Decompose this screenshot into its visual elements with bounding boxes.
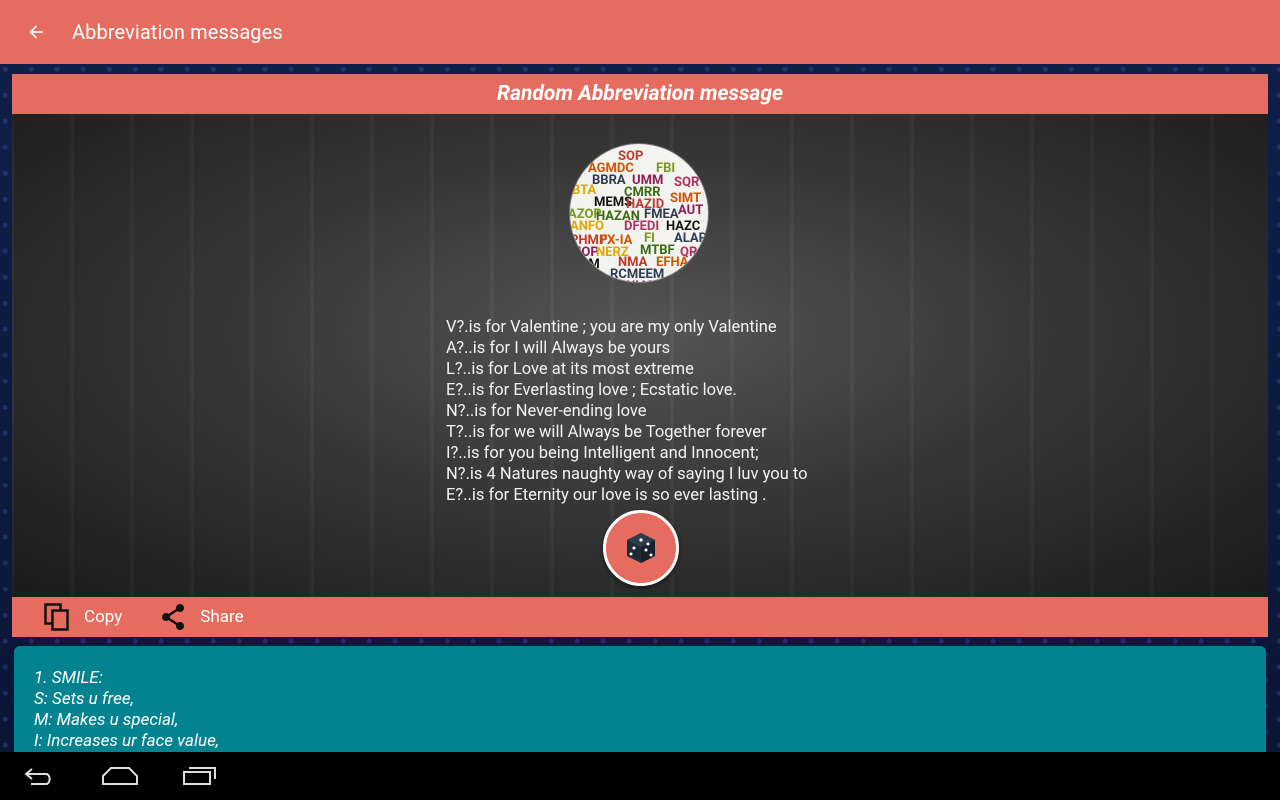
page-title: Abbreviation messages (72, 20, 283, 44)
message-line: V?.is for Valentine ; you are my only Va… (446, 318, 777, 337)
abbreviation-logo: SOP AGMDC FBI BBRA UMM BTA CMRR SQR MEMS HAZID SIM… (570, 144, 708, 282)
logo-word: AUT (678, 203, 704, 218)
system-navigation-bar (0, 752, 1280, 800)
message-line: N?.is 4 Natures naughty way of saying I … (446, 465, 808, 484)
message-line: T?..is for we will Always be Together fo… (446, 423, 767, 442)
copy-button[interactable]: Copy (44, 603, 122, 631)
card-actions-bar: Copy Share (12, 597, 1268, 637)
message-line: I?..is for you being Intelligent and Inn… (446, 444, 759, 463)
random-dice-button[interactable] (603, 510, 679, 586)
list-item-line: M: Makes u special, (34, 710, 179, 730)
share-icon (162, 604, 185, 630)
card-body: SOP AGMDC FBI BBRA UMM BTA CMRR SQR MEMS HAZID SIM… (12, 114, 1268, 597)
logo-word: BINIAP (614, 280, 656, 282)
message-text[interactable]: V?.is for Valentine ; you are my only Va… (446, 317, 866, 506)
list-item-line: I: Increases ur face value, (34, 731, 220, 751)
message-line: A?..is for I will Always be yours (446, 339, 671, 358)
random-message-card: Random Abbreviation message SOP AGMDC FBI B… (12, 74, 1268, 637)
logo-word: SQR (674, 175, 700, 190)
message-line: N?..is for Never-ending love (446, 402, 647, 421)
logo-word: BBRA (592, 173, 626, 188)
message-line: E?..is for Eternity our love is so ever … (446, 486, 767, 505)
logo-word: TA (574, 269, 591, 282)
dice-icon (627, 533, 655, 563)
nav-recents-button[interactable] (160, 752, 240, 800)
share-button[interactable]: Share (160, 603, 244, 631)
logo-word: BTA (572, 183, 597, 198)
copy-label: Copy (84, 607, 123, 627)
nav-back-button[interactable] (0, 752, 80, 800)
card-header: Random Abbreviation message (12, 74, 1268, 114)
back-icon (24, 768, 51, 785)
message-line: E?..is for Everlasting love ; Ecstatic l… (446, 381, 737, 400)
home-icon (102, 767, 138, 785)
arrow-back-icon (29, 25, 43, 39)
recents-icon (183, 767, 216, 785)
list-item-line: 1. SMILE: (34, 668, 103, 688)
logo-word: ALAR (674, 231, 707, 246)
message-line: L?..is for Love at its most extreme (446, 360, 694, 379)
list-item-line: S: Sets u free, (34, 689, 134, 709)
back-button[interactable] (0, 0, 72, 64)
nav-home-button[interactable] (80, 752, 160, 800)
copy-icon (44, 603, 69, 631)
share-label: Share (200, 607, 244, 627)
app-bar: Abbreviation messages (0, 0, 1280, 64)
